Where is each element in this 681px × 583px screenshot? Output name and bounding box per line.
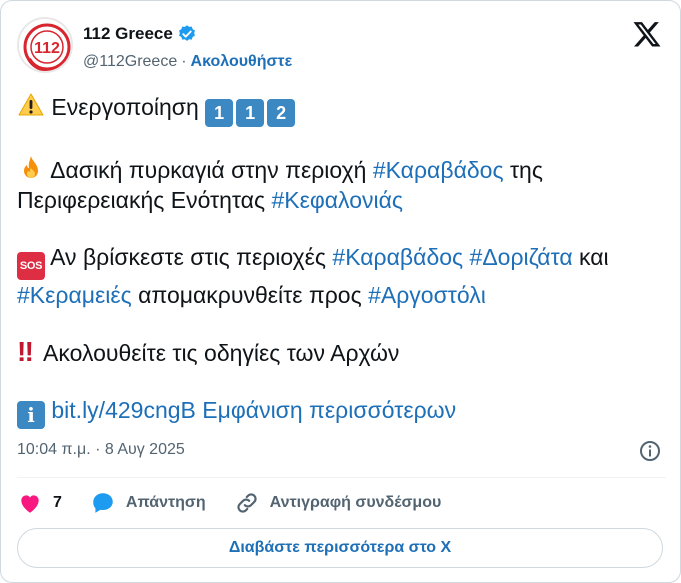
tweet-header: 112 112 Greece @112Greece · Ακολουθήστε [17, 17, 666, 77]
show-more-link[interactable]: Εμφάνιση περισσότερων [202, 397, 456, 423]
copy-link-button[interactable]: Αντιγραφή συνδέσμου [234, 490, 442, 516]
activation-text: Ενεργοποίηση [51, 94, 199, 120]
reply-label: Απάντηση [125, 494, 206, 511]
tweet-line-evacuate: SOS Αν βρίσκεστε στις περιοχές #Καραβάδο… [17, 242, 667, 310]
double-exclamation-icon: ‼ [17, 336, 34, 367]
tweet-card: 112 112 Greece @112Greece · Ακολουθήστε [0, 0, 681, 583]
handle-separator: · [181, 53, 187, 70]
tweet-line-fire: Δασική πυρκαγιά στην περιοχή #Καραβάδος … [17, 154, 667, 215]
handle-row: @112Greece · Ακολουθήστε [83, 53, 292, 71]
x-logo-icon[interactable] [632, 19, 662, 49]
112-logo-icon: 112 [23, 23, 71, 71]
author-handle[interactable]: @112Greece [83, 53, 177, 71]
hashtag-kefalonias[interactable]: #Κεφαλονιάς [271, 187, 403, 213]
link-icon [237, 493, 257, 513]
follow-button[interactable]: Ακολουθήστε [191, 53, 293, 71]
evacuate-text-and: και [579, 244, 609, 270]
fire-icon [24, 156, 38, 178]
like-count: 7 [53, 494, 62, 511]
sos-icon: SOS [17, 252, 45, 280]
reply-bubble-icon [93, 493, 113, 513]
fire-text-before: Δασική πυρκαγιά στην περιοχή [50, 157, 367, 183]
keycap-1-icon: 1 [236, 99, 265, 127]
tweet-line-link: i bit.ly/429cngB Εμφάνιση περισσότερων [17, 395, 667, 429]
information-icon: i [17, 401, 45, 429]
short-link[interactable]: bit.ly/429cngB [51, 397, 195, 423]
evacuate-text-mid: απομακρυνθείτε προς [138, 282, 362, 308]
tweet-meta: 10:04 π.μ. · 8 Αυγ 2025 [17, 441, 666, 465]
read-more-button[interactable]: Διαβάστε περισσότερα στο X [17, 528, 663, 568]
keycap-1-icon: 1 [205, 99, 234, 127]
instructions-text: Ακολουθείτε τις οδηγίες των Αρχών [43, 340, 400, 366]
timestamp[interactable]: 10:04 π.μ. · 8 Αυγ 2025 [17, 441, 185, 458]
heart-icon [21, 495, 39, 513]
tweet-line-instructions: ‼ Ακολουθείτε τις οδηγίες των Αρχών [17, 337, 667, 368]
hashtag-dorizata[interactable]: #Δοριζάτα [470, 244, 573, 270]
hashtag-karavados[interactable]: #Καραβάδος [373, 157, 504, 183]
like-button[interactable]: 7 [17, 490, 62, 516]
name-row: 112 Greece [83, 24, 197, 44]
tweet-text: Ενεργοποίηση 112 Δασική πυρκαγιά στην πε… [17, 91, 667, 456]
divider [17, 477, 666, 478]
svg-text:112: 112 [34, 40, 60, 57]
action-bar: 7 Απάντηση Αντιγραφή συνδέσμου [17, 489, 469, 517]
copy-link-label: Αντιγραφή συνδέσμου [269, 494, 442, 511]
hashtag-keramies[interactable]: #Κεραμειές [17, 282, 132, 308]
hashtag-argostoli[interactable]: #Αργοστόλι [368, 282, 486, 308]
hashtag-karavados-2[interactable]: #Καραβάδος [332, 244, 463, 270]
avatar[interactable]: 112 [17, 17, 73, 73]
info-circle-icon[interactable] [638, 439, 662, 463]
warning-icon [18, 93, 44, 116]
keycap-2-icon: 2 [267, 99, 296, 127]
evacuate-text-before: Αν βρίσκεστε στις περιοχές [50, 244, 327, 270]
reply-button[interactable]: Απάντηση [90, 490, 206, 516]
author-name[interactable]: 112 Greece [83, 24, 173, 44]
tweet-line-activation: Ενεργοποίηση 112 [17, 91, 667, 127]
verified-badge-icon [178, 25, 195, 41]
